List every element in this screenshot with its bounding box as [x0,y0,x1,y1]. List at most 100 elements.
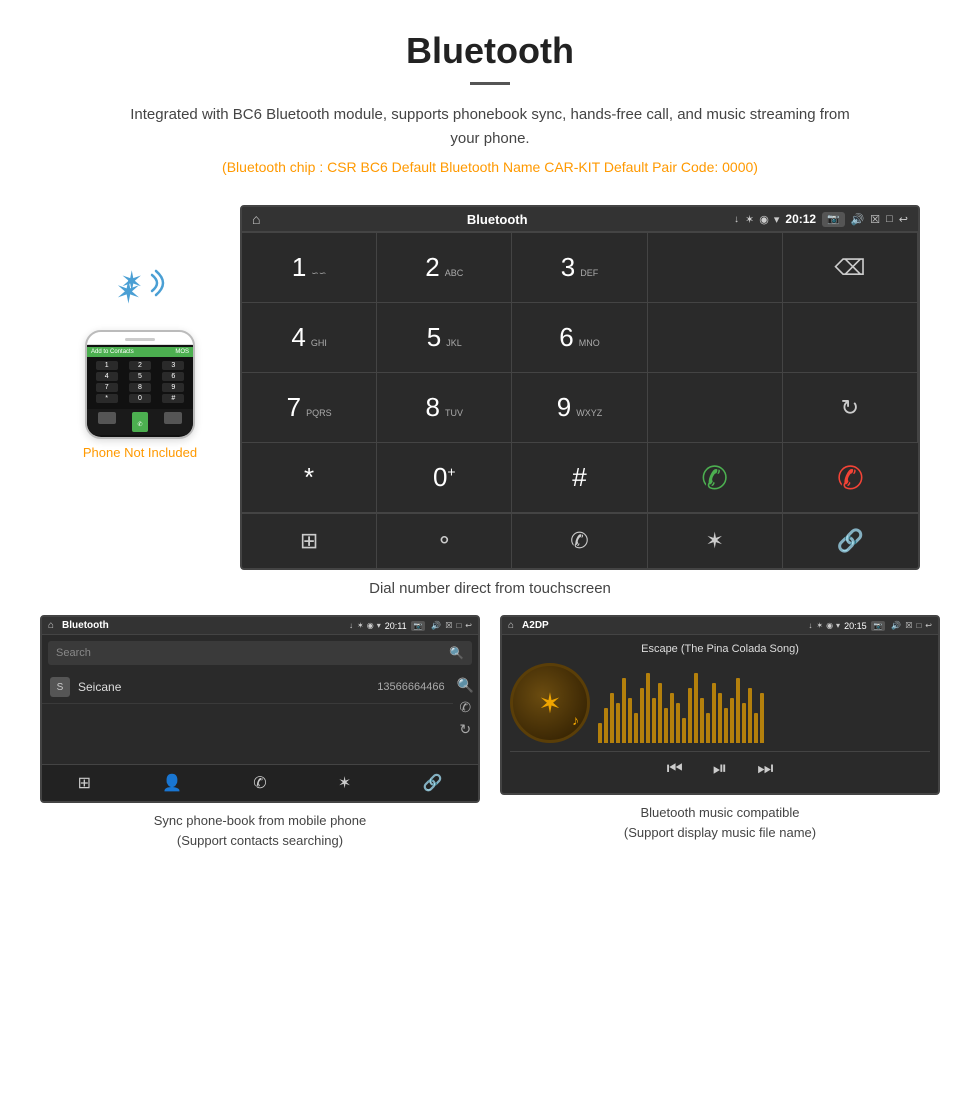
dial-bottom-link-button[interactable]: 🔗 [783,514,918,568]
music-caption: Bluetooth music compatible (Support disp… [624,803,816,842]
dial-call-red-button[interactable]: ✆ [783,443,918,513]
music-status-bar: ⌂ A2DP ↓ ✶ ◉ ▾ 20:15 📷 🔊 ☒ □ ↩ [502,617,938,635]
phone-dialer-row: 4 5 6 [90,372,190,381]
phone-key-1[interactable]: 1 [96,361,118,370]
phone-call-button[interactable]: ✆ [132,412,147,432]
phonebook-search-bar[interactable]: Search 🔍 [48,641,472,665]
dial-key-hash[interactable]: # [512,443,647,513]
play-pause-button[interactable]: ⏯ [713,758,727,779]
pb-search-right-icon[interactable]: 🔍 [457,677,474,694]
vis-bar [598,723,602,743]
phone-dialer: 1 2 3 4 5 6 7 8 9 * [87,357,193,409]
pb-phone-right-icon[interactable]: ✆ [459,699,471,716]
phone-key-star[interactable]: * [96,394,118,403]
vis-bar [610,693,614,743]
dial-display-empty [648,233,783,303]
dial-key-9[interactable]: 9WXYZ [512,373,647,443]
dial-key-8[interactable]: 8TUV [377,373,512,443]
phone-key-3[interactable]: 3 [162,361,184,370]
search-icon[interactable]: 🔍 [449,646,464,660]
dial-key-star[interactable]: * [242,443,377,513]
location-icon: ◉ [759,213,769,226]
prev-track-button[interactable]: ⏮ [667,758,683,779]
pb-window-icon[interactable]: □ [456,621,461,630]
music-window-icon[interactable]: □ [916,621,921,630]
phone-key-4[interactable]: 4 [96,372,118,381]
vis-bar [682,718,686,743]
phonebook-screen: ⌂ Bluetooth ↓ ✶ ◉ ▾ 20:11 📷 🔊 ☒ □ ↩ Sear… [40,615,480,803]
pb-refresh-right-icon[interactable]: ↻ [459,721,471,738]
phone-key-7[interactable]: 7 [96,383,118,392]
music-visualizer [598,663,930,743]
dial-backspace-button[interactable]: ⌫ [783,233,918,303]
phone-dialer-row: 7 8 9 [90,383,190,392]
dial-key-6[interactable]: 6MNO [512,303,647,373]
dial-caption: Dial number direct from touchscreen [0,580,980,597]
bottom-screenshots: ⌂ Bluetooth ↓ ✶ ◉ ▾ 20:11 📷 🔊 ☒ □ ↩ Sear… [0,615,980,850]
vis-bar [742,703,746,743]
phone-key-0[interactable]: 0 [129,394,151,403]
vis-bar [718,693,722,743]
window-icon[interactable]: □ [886,213,893,225]
music-screen-wrap: ⌂ A2DP ↓ ✶ ◉ ▾ 20:15 📷 🔊 ☒ □ ↩ Escape (T… [500,615,940,850]
main-dial-area: ✶ ✶ Add to Contacts MOS 1 [0,205,980,570]
vis-bar [700,698,704,743]
dial-bottom-grid-button[interactable]: ⊞ [242,514,377,568]
music-back-icon[interactable]: ↩ [925,621,932,630]
phone-key-2[interactable]: 2 [129,361,151,370]
pb-person-button[interactable]: 👤 [162,773,182,793]
music-note-icon: ♪ [572,712,579,728]
camera-button[interactable]: 📷 [822,212,844,227]
usb-icon: ↓ [734,214,739,225]
pb-bluetooth-button[interactable]: ✶ [338,773,351,793]
back-icon[interactable]: ↩ [899,213,908,226]
home-icon[interactable]: ⌂ [252,211,260,227]
phone-screen-label: Add to Contacts [91,349,134,355]
contact-row[interactable]: S Seicane 13566664466 [42,671,453,704]
dial-empty-4 [648,373,783,443]
phonebook-caption-line2: (Support contacts searching) [177,833,343,848]
pb-link-button[interactable]: 🔗 [422,773,442,793]
pb-home-icon[interactable]: ⌂ [48,620,54,631]
close-icon[interactable]: ☒ [870,213,880,226]
music-cam-button[interactable]: 📷 [871,621,886,631]
next-track-button[interactable]: ⏭ [757,758,773,779]
music-home-icon[interactable]: ⌂ [508,620,514,631]
contact-name: Seicane [78,680,377,694]
music-close-icon[interactable]: ☒ [905,621,912,630]
phone-mockup: Add to Contacts MOS 1 2 3 4 5 6 7 [85,330,195,439]
dial-key-0[interactable]: 0+ [377,443,512,513]
phonebook-body: S Seicane 13566664466 🔍 ✆ ↻ [42,671,478,764]
dial-key-3[interactable]: 3DEF [512,233,647,303]
dial-bottom-call-button[interactable]: ✆ [512,514,647,568]
dial-key-2[interactable]: 2ABC [377,233,512,303]
phone-key-9[interactable]: 9 [162,383,184,392]
vis-bar [622,678,626,743]
dial-key-5[interactable]: 5JKL [377,303,512,373]
phone-key-5[interactable]: 5 [129,372,151,381]
dial-bottom-bluetooth-button[interactable]: ✶ [648,514,783,568]
dial-call-green-button[interactable]: ✆ [648,443,783,513]
dial-key-1[interactable]: 1∽∽ [242,233,377,303]
dial-key-7[interactable]: 7PQRS [242,373,377,443]
volume-icon[interactable]: 🔊 [851,213,865,226]
pb-back-icon[interactable]: ↩ [465,621,472,630]
music-bt-icon: ✶ [816,621,823,630]
page-title: Bluetooth [20,30,960,72]
title-divider [470,82,510,85]
phone-key-hash[interactable]: # [162,394,184,403]
dial-key-4[interactable]: 4GHI [242,303,377,373]
phone-key-6[interactable]: 6 [162,372,184,381]
pb-call-button[interactable]: ✆ [253,773,266,793]
pb-vol-icon[interactable]: 🔊 [431,621,441,630]
phone-key-8[interactable]: 8 [129,383,151,392]
pb-cam-button[interactable]: 📷 [411,621,426,631]
music-bluetooth-art-icon: ✶ [538,687,561,720]
dial-refresh-button[interactable]: ↻ [783,373,918,443]
pb-close-icon[interactable]: ☒ [445,621,452,630]
music-vol-icon[interactable]: 🔊 [891,621,901,630]
vis-bar [712,683,716,743]
pb-grid-button[interactable]: ⊞ [78,773,91,793]
dial-bottom-contacts-button[interactable]: ⚬ [377,514,512,568]
music-title: A2DP [522,620,804,631]
